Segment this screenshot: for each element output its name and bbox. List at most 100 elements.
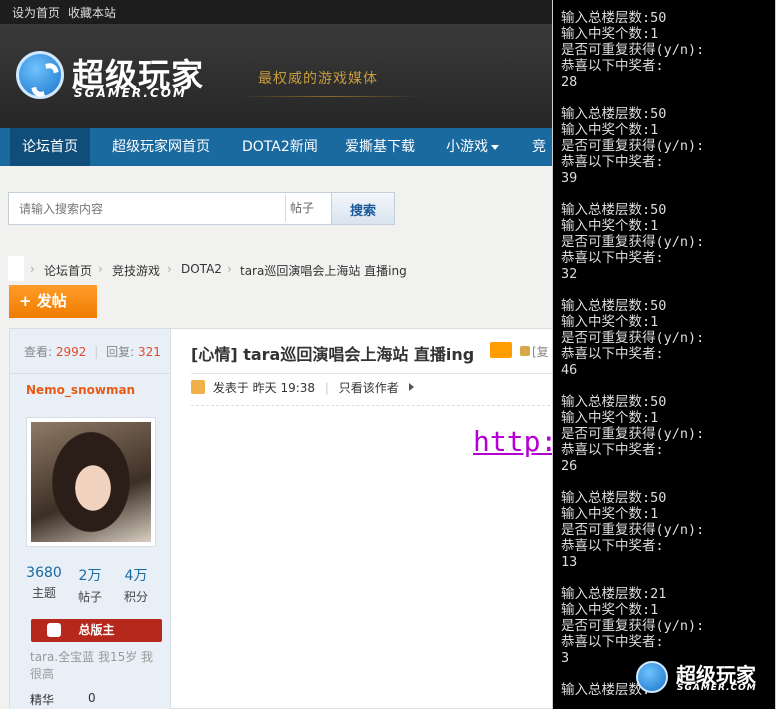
- console-line: 是否可重复获得(y/n):: [561, 42, 705, 58]
- divider: [191, 373, 555, 374]
- console-line: 39: [561, 170, 578, 186]
- console-line: 恭喜以下中奖者:: [561, 346, 664, 362]
- console-line: 26: [561, 458, 578, 474]
- console-line: 输入总楼层数:21: [561, 586, 667, 602]
- new-post-button[interactable]: + 发帖: [9, 285, 97, 318]
- console-line: 恭喜以下中奖者:: [561, 634, 664, 650]
- console-line: 输入中奖个数:1: [561, 314, 659, 330]
- nav-label: DOTA2新闻: [242, 139, 318, 155]
- stat-value: 4万: [124, 568, 148, 584]
- console-line: 46: [561, 362, 578, 378]
- only-author-link[interactable]: 只看该作者: [339, 381, 399, 395]
- bookmark-link[interactable]: 收藏本站: [68, 4, 116, 21]
- breadcrumb-item[interactable]: DOTA2: [181, 262, 222, 276]
- thread-title: [心情] tara巡回演唱会上海站 直播ing: [191, 345, 475, 364]
- nav-item-download[interactable]: 爱撕基下载: [333, 128, 427, 166]
- chevron-right-icon: [408, 383, 414, 391]
- views-label: 查看:: [24, 345, 53, 359]
- console-line: 是否可重复获得(y/n):: [561, 426, 705, 442]
- slogan: 最权威的游戏媒体: [258, 71, 378, 87]
- user-icon: [191, 380, 205, 394]
- console-line: 是否可重复获得(y/n):: [561, 234, 705, 250]
- slogan-underline: [240, 96, 420, 97]
- posted-time: 昨天 19:38: [252, 381, 316, 395]
- stat-label: 帖子: [77, 590, 102, 604]
- nav-label: 论坛首页: [22, 139, 78, 155]
- views-count: 2992: [55, 345, 87, 359]
- author-panel: 查看: 2992 | 回复: 321 Nemo_snowman 3680 主题 …: [10, 329, 171, 709]
- hot-icon: [490, 342, 512, 358]
- chevron-down-icon: [491, 144, 499, 150]
- console-line: 输入中奖个数:1: [561, 410, 659, 426]
- nav-item-dota2-news[interactable]: DOTA2新闻: [230, 128, 330, 166]
- search-type-select[interactable]: 帖子: [285, 195, 331, 222]
- copy-link-tag[interactable]: [复: [532, 343, 549, 360]
- stat-label: 积分: [123, 590, 148, 604]
- avatar-image: [31, 422, 151, 542]
- divider: [10, 373, 171, 374]
- essence-value: 0: [88, 691, 96, 705]
- search-button[interactable]: 搜索: [331, 193, 394, 224]
- sgamer-logo-icon: [636, 661, 668, 693]
- search-box: 帖子 搜索: [8, 192, 395, 225]
- console-line: 输入总楼层数:50: [561, 202, 667, 218]
- breadcrumb-separator: ›: [30, 262, 35, 276]
- set-home-link[interactable]: 设为首页: [12, 4, 60, 21]
- console-line: 是否可重复获得(y/n):: [561, 138, 705, 154]
- console-output: 输入总楼层数:50 输入中奖个数:1 是否可重复获得(y/n): 恭喜以下中奖者: 28…: [561, 10, 704, 698]
- console-line: 是否可重复获得(y/n):: [561, 330, 705, 346]
- console-line: 输入总楼层数:50: [561, 490, 667, 506]
- user-stat-credits[interactable]: 4万 积分: [116, 565, 156, 605]
- nav-label: 竞: [532, 139, 546, 155]
- replies-count: 321: [138, 345, 161, 359]
- badge-label: 总版主: [78, 623, 115, 637]
- console-line: 13: [561, 554, 578, 570]
- console-line: 恭喜以下中奖者:: [561, 154, 664, 170]
- breadcrumb-item[interactable]: 论坛首页: [44, 262, 92, 279]
- author-username[interactable]: Nemo_snowman: [26, 383, 135, 397]
- post-meta: 发表于 昨天 19:38 | 只看该作者: [191, 379, 414, 396]
- moderator-badge: 总版主: [31, 619, 162, 642]
- nav-item-forum-home[interactable]: 论坛首页: [10, 128, 90, 166]
- breadcrumb-item[interactable]: 竞技游戏: [112, 262, 160, 279]
- essence-count: 精华 0: [30, 691, 96, 708]
- console-line: 是否可重复获得(y/n):: [561, 522, 705, 538]
- console-line: 输入中奖个数:1: [561, 602, 659, 618]
- console-line: 输入中奖个数:1: [561, 122, 659, 138]
- nav-item-site-home[interactable]: 超级玩家网首页: [100, 128, 222, 166]
- breadcrumb-item[interactable]: tara巡回演唱会上海站 直播ing: [240, 262, 407, 279]
- console-line: 输入总楼层数:50: [561, 394, 667, 410]
- console-line: 32: [561, 266, 578, 282]
- essence-label: 精华: [30, 693, 55, 707]
- divider: [191, 405, 555, 406]
- logo-subtext: SGAMER.COM: [74, 86, 187, 100]
- user-stat-posts[interactable]: 2万 帖子: [70, 565, 110, 605]
- nav-item-minigames[interactable]: 小游戏: [434, 128, 511, 166]
- watermark: 超级玩家 SGAMER.COM: [636, 659, 775, 695]
- search-input[interactable]: [11, 195, 285, 222]
- thread-stats: 查看: 2992 | 回复: 321: [24, 343, 161, 360]
- stat-value: 2万: [78, 568, 102, 584]
- nav-label: 超级玩家网首页: [112, 139, 210, 155]
- sgamer-logo-icon[interactable]: [16, 51, 64, 99]
- console-line: 恭喜以下中奖者:: [561, 250, 664, 266]
- console-line: 输入中奖个数:1: [561, 26, 659, 42]
- avatar[interactable]: [26, 417, 156, 547]
- lock-icon: [520, 346, 530, 356]
- stat-value: 3680: [26, 565, 62, 581]
- console-line: 输入总楼层数:50: [561, 10, 667, 26]
- user-stat-topics[interactable]: 3680 主题: [24, 565, 64, 601]
- stats-divider-bar: |: [94, 345, 99, 359]
- console-line: 输入总楼层数:50: [561, 298, 667, 314]
- breadcrumb-separator: ›: [98, 262, 103, 276]
- home-icon[interactable]: [8, 256, 24, 281]
- console-line: 恭喜以下中奖者:: [561, 442, 664, 458]
- console-line: 28: [561, 74, 578, 90]
- user-signature: tara.全宝蓝 我15岁 我很高: [30, 650, 154, 681]
- breadcrumb-separator: ›: [167, 262, 172, 276]
